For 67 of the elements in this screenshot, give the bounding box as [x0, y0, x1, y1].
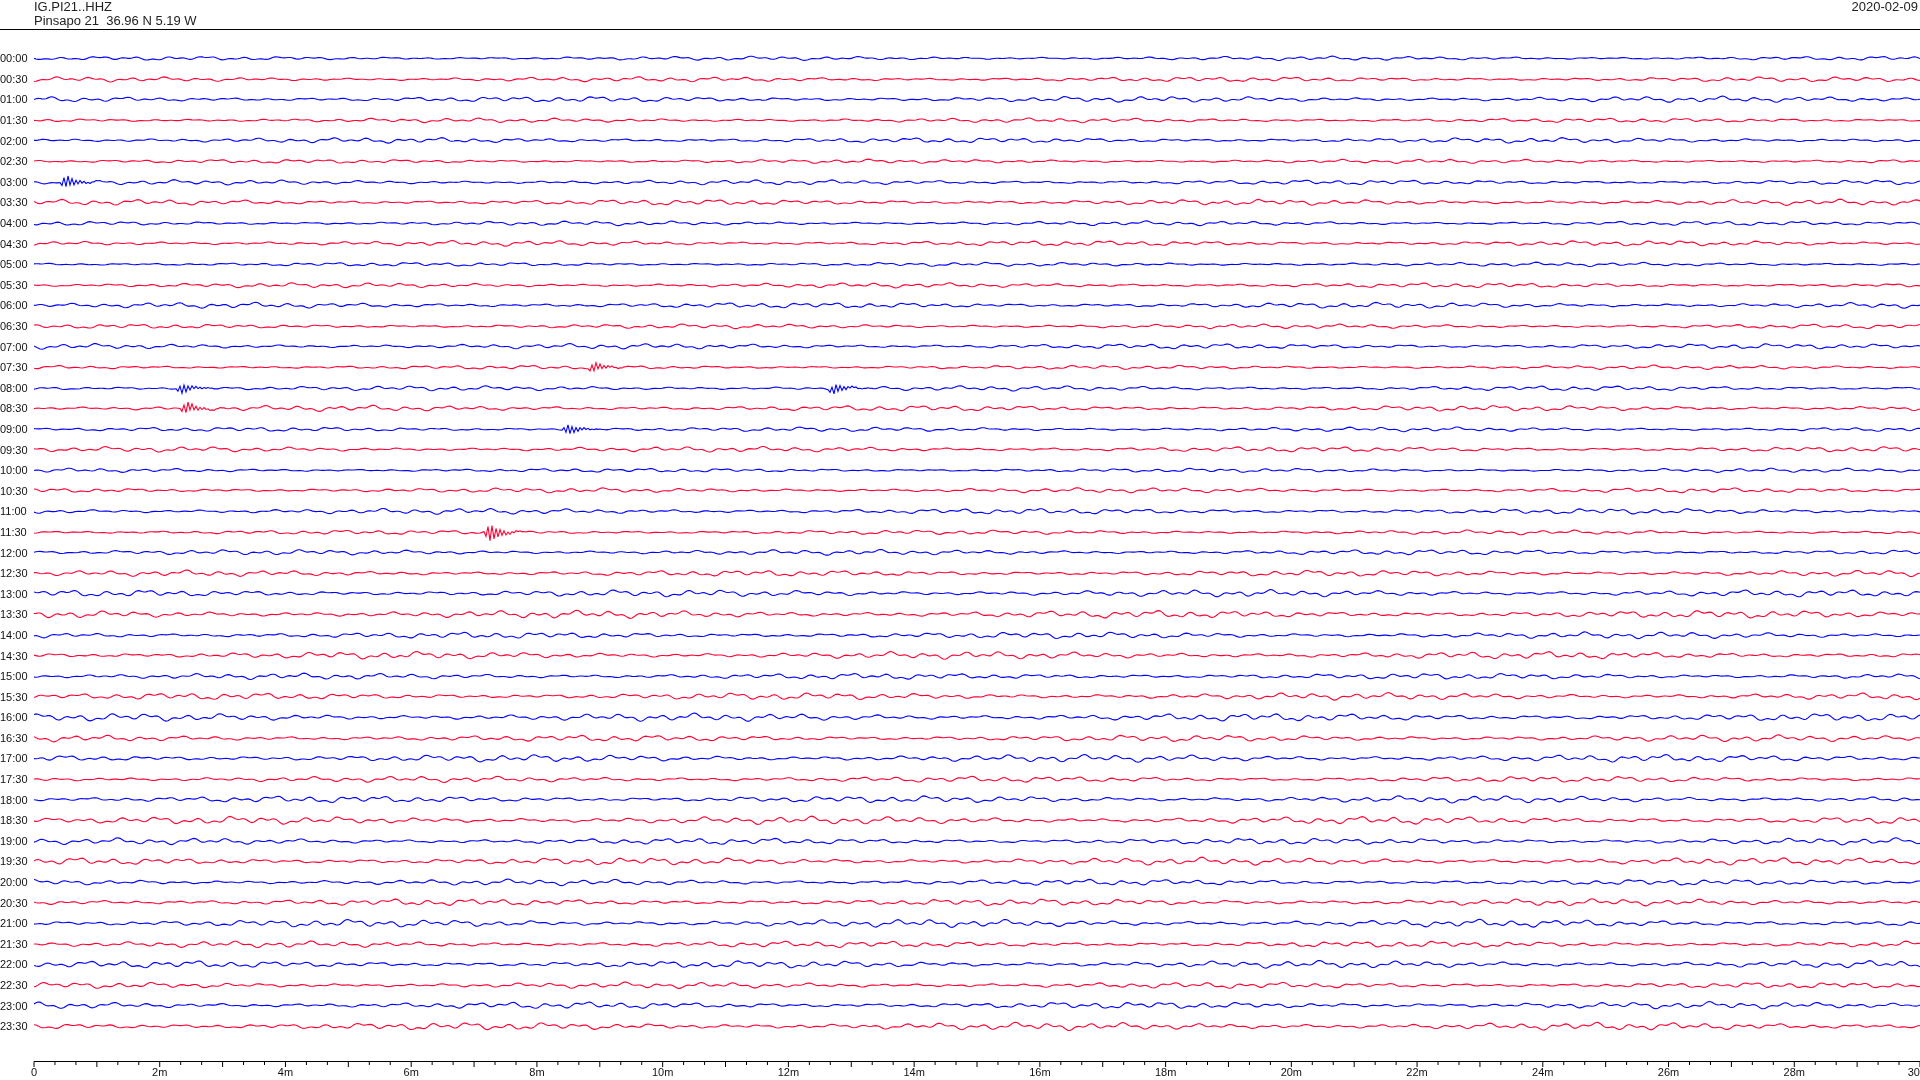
trace-time-label: 05:00 — [0, 258, 29, 271]
trace-time-label: 08:30 — [0, 402, 29, 415]
trace-time-label: 11:30 — [0, 525, 28, 538]
trace-time-label: 09:00 — [0, 423, 29, 435]
trace-time-label: 07:00 — [0, 340, 29, 353]
trace-time-label: 13:30 — [0, 608, 29, 621]
trace-time-label: 01:30 — [0, 114, 29, 127]
trace-time-label: 18:30 — [0, 814, 29, 827]
trace-time-label: 18:00 — [0, 793, 29, 806]
trace-time-label: 07:30 — [0, 361, 29, 374]
axis-tick-label: 0 — [30, 1065, 38, 1078]
axis-tick-label: 4m — [277, 1065, 294, 1078]
trace-time-label: 15:00 — [0, 670, 29, 683]
trace-time-label: 21:00 — [0, 917, 29, 930]
station-location: Pinsapo 21 36.96 N 5.19 W — [34, 14, 197, 28]
trace-time-label: 22:00 — [0, 958, 29, 971]
trace-time-label: 06:00 — [0, 299, 29, 312]
axis-tick-label: 2m — [152, 1065, 168, 1078]
axis-tick-label: 20m — [1280, 1065, 1303, 1078]
trace-time-label: 16:00 — [0, 711, 29, 724]
trace-time-label: 00:30 — [0, 72, 29, 85]
trace-time-label: 02:30 — [0, 155, 29, 168]
axis-tick-label: 30 — [1907, 1065, 1920, 1078]
trace-time-label: 03:00 — [0, 175, 29, 188]
trace-time-label: 19:00 — [0, 834, 29, 847]
axis-tick-label: 22m — [1406, 1065, 1428, 1078]
plot-date: 2020-02-09 — [1851, 0, 1919, 16]
trace-time-label: 23:30 — [0, 1020, 29, 1033]
trace-time-label: 00:00 — [0, 52, 29, 65]
axis-tick-label: 16m — [1029, 1065, 1051, 1078]
axis-tick-label: 6m — [403, 1065, 419, 1078]
trace-time-label: 17:00 — [0, 752, 29, 765]
trace-time-label: 13:00 — [0, 587, 29, 600]
axis-tick-label: 26m — [1657, 1065, 1680, 1078]
trace-time-label: 22:30 — [0, 979, 29, 991]
trace-time-label: 21:30 — [0, 937, 29, 950]
trace-time-label: 12:30 — [0, 567, 29, 580]
axis-tick-label: 8m — [529, 1065, 545, 1078]
trace-time-label: 20:30 — [0, 896, 29, 909]
trace-time-label: 19:30 — [0, 855, 29, 868]
trace-time-label: 06:30 — [0, 320, 29, 332]
trace-time-label: 20:00 — [0, 876, 29, 889]
axis-tick-label: 12m — [777, 1065, 800, 1078]
trace-time-label: 14:30 — [0, 649, 29, 662]
trace-time-label: 12:00 — [0, 546, 29, 559]
trace-time-label: 10:30 — [0, 484, 29, 497]
trace-time-label: 11:00 — [0, 505, 28, 518]
trace-time-label: 23:00 — [0, 999, 29, 1012]
trace-time-label: 03:30 — [0, 196, 29, 209]
axis-tick-label: 28m — [1783, 1065, 1805, 1078]
axis-tick-label: 24m — [1532, 1065, 1554, 1078]
axis-tick-label: 18m — [1154, 1065, 1177, 1078]
station-code: IG.PI21..HHZ — [34, 0, 114, 14]
trace-time-label: 04:00 — [0, 217, 29, 230]
axis-tick-label: 10m — [651, 1065, 674, 1078]
trace-time-label: 09:30 — [0, 443, 29, 456]
trace-time-label: 16:30 — [0, 731, 29, 744]
trace-time-label: 02:00 — [0, 134, 29, 147]
trace-time-label: 04:30 — [0, 237, 29, 250]
trace-time-label: 14:00 — [0, 628, 29, 641]
trace-time-label: 05:30 — [0, 278, 29, 291]
trace-time-label: 08:00 — [0, 381, 29, 394]
trace-time-label: 17:30 — [0, 773, 29, 786]
trace-time-label: 10:00 — [0, 464, 29, 477]
trace-time-label: 15:30 — [0, 690, 29, 703]
trace-time-label: 01:00 — [0, 93, 29, 106]
axis-tick-label: 14m — [903, 1065, 925, 1078]
